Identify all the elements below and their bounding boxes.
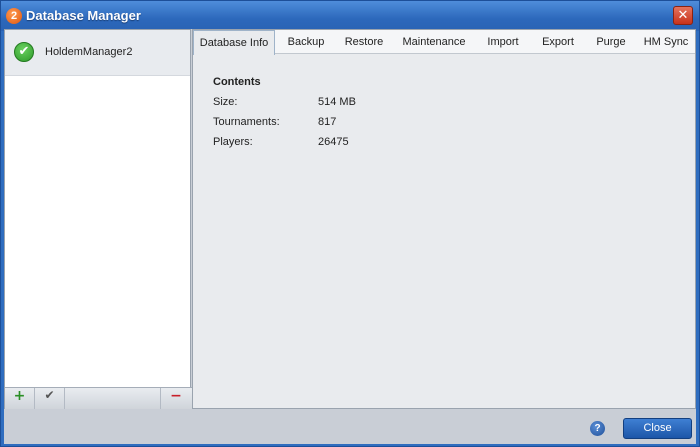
players-value: 26475 — [318, 136, 349, 148]
add-database-button[interactable]: + — [5, 388, 35, 409]
tournaments-value: 817 — [318, 116, 337, 128]
tab-restore[interactable]: Restore — [335, 30, 393, 54]
remove-database-button[interactable]: − — [160, 388, 191, 409]
database-manager-window: 2 Database Manager ✕ ✔ HoldemManager2 + … — [0, 0, 700, 447]
title-bar[interactable]: 2 Database Manager ✕ — [1, 1, 699, 31]
tab-database-info[interactable]: Database Info — [193, 30, 275, 55]
window-title: Database Manager — [26, 8, 141, 23]
database-list-panel: ✔ HoldemManager2 + ✔ − — [4, 29, 192, 409]
app-logo-icon: 2 — [6, 8, 22, 24]
tab-hm-sync[interactable]: HM Sync — [637, 30, 695, 54]
database-name: HoldemManager2 — [45, 46, 133, 58]
help-icon[interactable]: ? — [590, 421, 605, 436]
tournaments-label: Tournaments: — [213, 116, 280, 128]
tab-bar: Database Info Backup Restore Maintenance… — [193, 30, 695, 55]
players-label: Players: — [213, 136, 253, 148]
tab-purge[interactable]: Purge — [585, 30, 637, 54]
check-circle-icon: ✔ — [14, 42, 34, 62]
tab-maintenance[interactable]: Maintenance — [393, 30, 475, 54]
close-button[interactable]: Close — [623, 418, 692, 439]
size-label: Size: — [213, 96, 238, 108]
database-list-item[interactable]: ✔ HoldemManager2 — [5, 30, 190, 76]
contents-heading: Contents — [213, 76, 261, 88]
set-active-database-button[interactable]: ✔ — [35, 388, 65, 409]
tab-import[interactable]: Import — [475, 30, 531, 54]
window-client-area: ✔ HoldemManager2 + ✔ − Database Info Bac… — [4, 29, 696, 444]
database-details-panel: Database Info Backup Restore Maintenance… — [192, 29, 696, 409]
size-value: 514 MB — [318, 96, 356, 108]
database-list-toolbar: + ✔ − — [5, 387, 192, 409]
window-close-button[interactable]: ✕ — [673, 6, 693, 25]
tab-backup[interactable]: Backup — [277, 30, 335, 54]
tab-export[interactable]: Export — [531, 30, 585, 54]
